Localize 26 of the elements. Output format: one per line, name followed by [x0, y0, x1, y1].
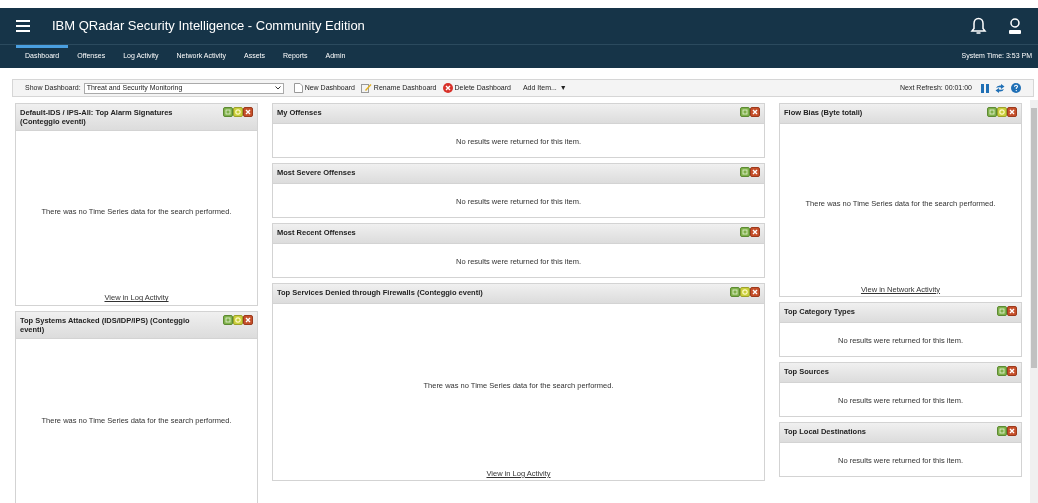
close-icon[interactable]	[1007, 107, 1017, 117]
close-icon[interactable]	[1007, 306, 1017, 316]
maximize-icon[interactable]	[223, 314, 233, 325]
scrollbar[interactable]	[1030, 100, 1038, 503]
close-icon[interactable]	[243, 314, 253, 325]
help-icon[interactable]	[1011, 83, 1021, 93]
maximize-icon[interactable]	[223, 107, 233, 117]
close-icon[interactable]	[750, 107, 760, 117]
maximize-icon[interactable]	[730, 287, 740, 297]
user-icon[interactable]	[1008, 17, 1022, 35]
close-icon[interactable]	[243, 107, 253, 117]
close-icon[interactable]	[750, 167, 760, 177]
dropdown-caret-icon[interactable]	[274, 86, 281, 90]
maximize-icon[interactable]	[987, 107, 997, 117]
close-icon[interactable]	[750, 227, 760, 237]
page-icon	[293, 83, 303, 93]
menu-icon[interactable]	[16, 20, 30, 32]
pencil-page-icon	[360, 83, 372, 93]
app-title: IBM QRadar Security Intelligence - Community Edition	[52, 17, 365, 36]
notification-bell-icon[interactable]	[970, 17, 987, 35]
delete-icon	[442, 83, 453, 93]
close-icon[interactable]	[750, 287, 760, 297]
close-icon[interactable]	[1007, 426, 1017, 436]
refresh-icon[interactable]	[995, 83, 1005, 93]
close-icon[interactable]	[1007, 366, 1017, 376]
pause-icon[interactable]	[981, 83, 989, 93]
